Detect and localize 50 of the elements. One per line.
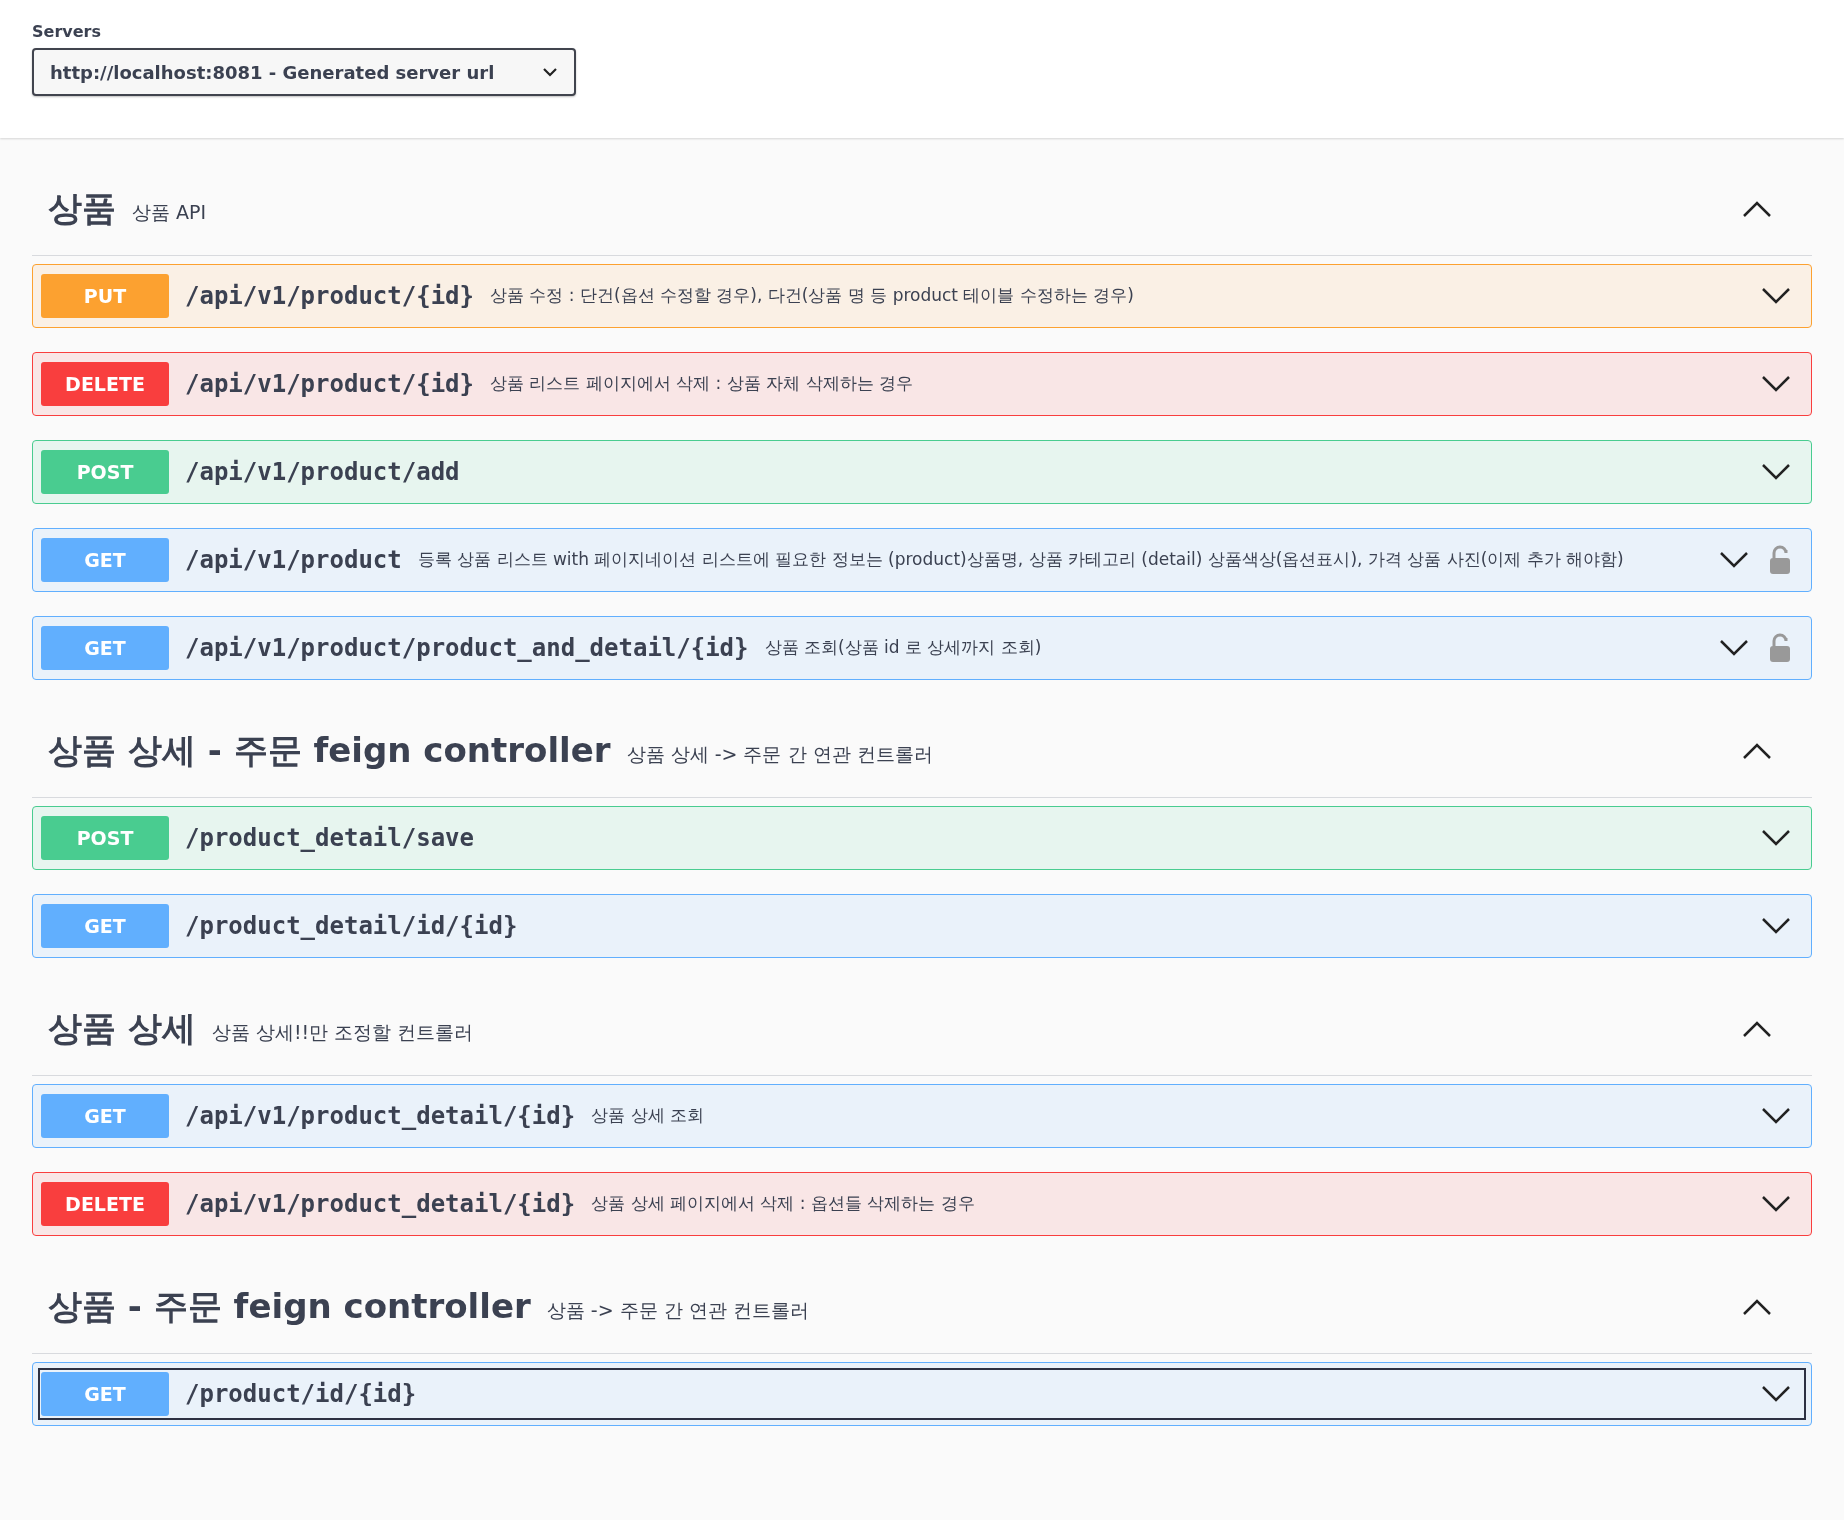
endpoint-path: /api/v1/product_detail/{id}	[185, 1189, 576, 1220]
tag-description: 상품 상세!!만 조정할 컨트롤러	[211, 1020, 474, 1046]
tag-header[interactable]: 상품 상품 API	[32, 162, 1812, 256]
operation-row[interactable]: GET /product_detail/id/{id}	[32, 894, 1812, 958]
operation-row[interactable]: GET /api/v1/product/product_and_detail/{id} 상품 조회(상품 id 로 상세까지 조회)	[32, 616, 1812, 680]
method-badge: GET	[41, 904, 169, 948]
method-badge: DELETE	[41, 362, 169, 406]
operation-row[interactable]: PUT /api/v1/product/{id} 상품 수정 : 단건(옵션 수정할 경우), 다건(상품 명 등 product 테이블 수정하는 경우)	[32, 264, 1812, 328]
tag-description: 상품 상세 -> 주문 간 연관 컨트롤러	[626, 742, 933, 768]
endpoint-summary: 상품 조회(상품 id 로 상세까지 조회)	[764, 636, 1042, 660]
endpoint-path: /api/v1/product/add	[185, 457, 460, 488]
method-badge: GET	[41, 1372, 169, 1416]
method-badge: POST	[41, 816, 169, 860]
endpoint-summary: 상품 상세 페이지에서 삭제 : 옵션들 삭제하는 경우	[591, 1192, 975, 1216]
endpoint-path: /api/v1/product/product_and_detail/{id}	[185, 633, 749, 664]
method-badge: GET	[41, 626, 169, 670]
operation-row[interactable]: GET /api/v1/product_detail/{id} 상품 상세 조회	[32, 1084, 1812, 1148]
tag-title: 상품 - 주문 feign controller	[48, 1285, 531, 1328]
endpoint-summary: 상품 리스트 페이지에서 삭제 : 상품 자체 삭제하는 경우	[490, 372, 913, 396]
endpoint-path: /api/v1/product	[185, 545, 402, 576]
operation-row[interactable]: POST /api/v1/product/add	[32, 440, 1812, 504]
endpoint-path: /product_detail/id/{id}	[185, 911, 518, 942]
tag-title: 상품	[48, 187, 116, 230]
method-badge: PUT	[41, 274, 169, 318]
endpoint-summary: 상품 상세 조회	[591, 1104, 704, 1128]
endpoint-summary: 등록 상품 리스트 with 페이지네이션 리스트에 필요한 정보는 (product)상품명, 상품 카테고리 (detail) 상품색상(옵션표시), 가격 상품 사진(이제 추가 해야함)	[417, 548, 1624, 572]
operation-row[interactable]: DELETE /api/v1/product_detail/{id} 상품 상세 페이지에서 삭제 : 옵션들 삭제하는 경우	[32, 1172, 1812, 1236]
tag-description: 상품 API	[132, 200, 207, 226]
endpoint-summary: 상품 수정 : 단건(옵션 수정할 경우), 다건(상품 명 등 product 테이블 수정하는 경우)	[490, 284, 1134, 308]
endpoint-path: /product_detail/save	[185, 823, 474, 854]
tag-header[interactable]: 상품 - 주문 feign controller 상품 -> 주문 간 연관 컨트롤러	[32, 1260, 1812, 1354]
endpoint-path: /api/v1/product_detail/{id}	[185, 1101, 576, 1132]
operation-row[interactable]: DELETE /api/v1/product/{id} 상품 리스트 페이지에서 삭제 : 상품 자체 삭제하는 경우	[32, 352, 1812, 416]
operation-row[interactable]: GET /api/v1/product 등록 상품 리스트 with 페이지네이션 리스트에 필요한 정보는 (product)상품명, 상품 카테고리 (detail) 상품색상(옵션표시), 가격 상품 사진(이제 추가 해야함)	[32, 528, 1812, 592]
method-badge: GET	[41, 538, 169, 582]
endpoint-path: /api/v1/product/{id}	[185, 281, 474, 312]
tag-header[interactable]: 상품 상세 상품 상세!!만 조정할 컨트롤러	[32, 982, 1812, 1076]
endpoint-path: /api/v1/product/{id}	[185, 369, 474, 400]
operation-row[interactable]: GET /product/id/{id}	[32, 1362, 1812, 1426]
endpoint-path: /product/id/{id}	[185, 1379, 417, 1410]
operation-row[interactable]: POST /product_detail/save	[32, 806, 1812, 870]
servers-label: Servers	[32, 21, 102, 43]
tag-title: 상품 상세 - 주문 feign controller	[48, 729, 611, 772]
method-badge: GET	[41, 1094, 169, 1138]
method-badge: POST	[41, 450, 169, 494]
method-badge: DELETE	[41, 1182, 169, 1226]
server-select[interactable]: http://localhost:8081 - Generated server url	[32, 48, 576, 96]
tag-description: 상품 -> 주문 간 연관 컨트롤러	[546, 1298, 809, 1324]
tag-header[interactable]: 상품 상세 - 주문 feign controller 상품 상세 -> 주문 간 연관 컨트롤러	[32, 704, 1812, 798]
tag-title: 상품 상세	[48, 1007, 196, 1050]
